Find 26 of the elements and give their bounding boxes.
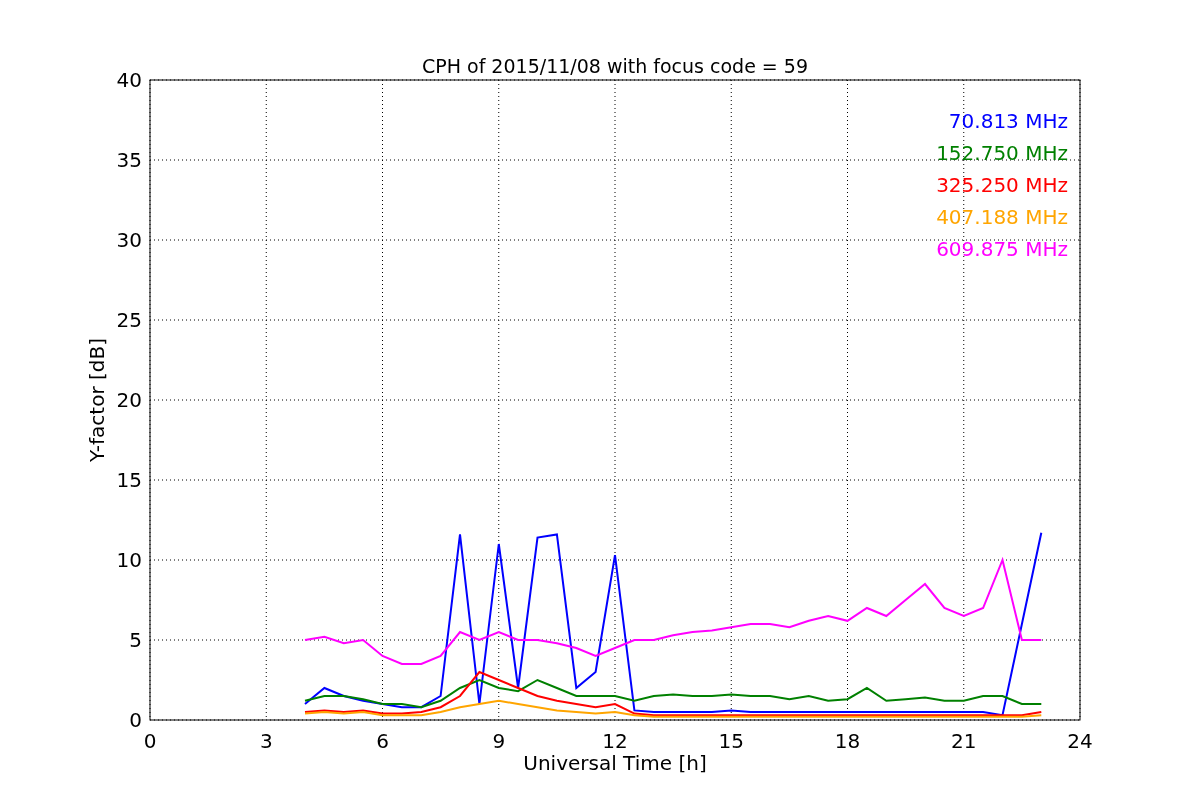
legend-text: 70.813 MHz: [948, 109, 1068, 133]
tick-label: 0: [129, 708, 142, 732]
legend-text: 609.875 MHz: [936, 237, 1068, 261]
tick-label: 40: [116, 68, 142, 92]
tick-label: 20: [116, 388, 142, 412]
legend-text: 407.188 MHz: [936, 205, 1068, 229]
axis-label: Y-factor [dB]: [85, 338, 109, 462]
tick-label: 18: [834, 729, 861, 753]
chart-title: CPH of 2015/11/08 with focus code = 59: [422, 55, 808, 77]
tick-label: 12: [602, 729, 628, 753]
tick-label: 9: [492, 729, 506, 753]
tick-label: 5: [129, 628, 142, 652]
tick-label: 24: [1067, 729, 1093, 753]
tick-label: 30: [116, 228, 142, 252]
tick-label: 10: [116, 548, 142, 572]
legend-text: 152.750 MHz: [936, 141, 1068, 165]
tick-label: 25: [116, 308, 142, 332]
tick-label: 15: [116, 468, 142, 492]
tick-label: 3: [259, 729, 273, 753]
tick-label: 35: [116, 148, 142, 172]
axis-label: Universal Time [h]: [523, 751, 707, 775]
legend-text: 325.250 MHz: [936, 173, 1068, 197]
tick-label: 21: [951, 729, 977, 753]
tick-label: 15: [718, 729, 744, 753]
tick-label: 0: [143, 729, 157, 753]
tick-label: 6: [376, 729, 389, 753]
